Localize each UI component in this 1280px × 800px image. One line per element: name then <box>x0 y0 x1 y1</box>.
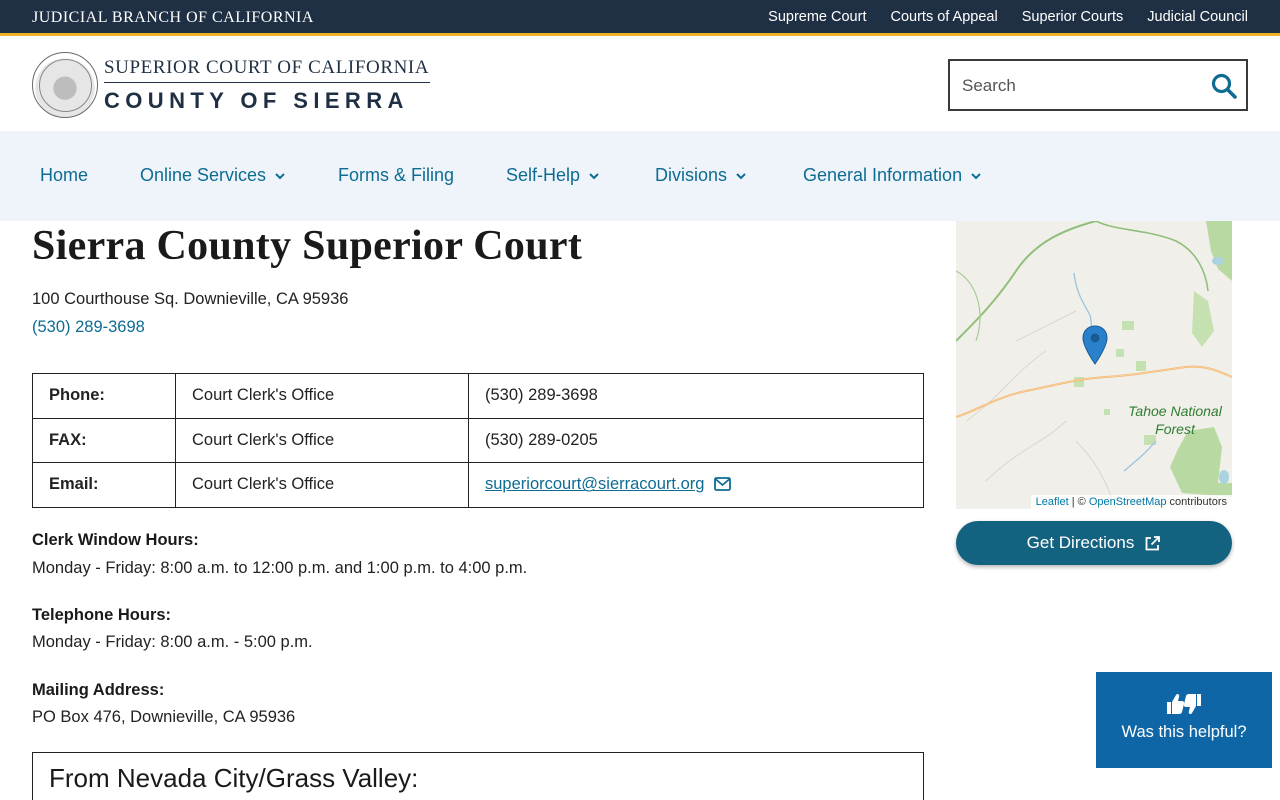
court-phone-link[interactable]: (530) 289-3698 <box>32 318 145 337</box>
attribution-contributors: contributors <box>1166 496 1227 508</box>
courts-of-appeal-link[interactable]: Courts of Appeal <box>890 9 997 25</box>
location-pin-icon[interactable] <box>1082 325 1108 365</box>
nav-home[interactable]: Home <box>40 165 88 186</box>
directions-section: From Nevada City/Grass Valley: <box>32 752 924 800</box>
leaflet-link[interactable]: Leaflet <box>1036 496 1069 508</box>
nav-label: Online Services <box>140 165 267 185</box>
location-map[interactable]: Tahoe National Forest Leaflet | © OpenSt… <box>956 221 1232 509</box>
openstreetmap-link[interactable]: OpenStreetMap <box>1089 496 1167 508</box>
search-icon[interactable] <box>1210 72 1238 100</box>
main-navigation: Home Online Services Forms & Filing Self… <box>0 131 1280 221</box>
chevron-down-icon <box>736 172 746 179</box>
nav-general-information[interactable]: General Information <box>803 165 982 186</box>
telephone-hours-text: Monday - Friday: 8:00 a.m. - 5:00 p.m. <box>32 633 313 651</box>
contact-label: Phone: <box>32 373 176 419</box>
contact-label: FAX: <box>32 417 176 464</box>
contact-label: Email: <box>32 462 176 508</box>
thumbs-up-down-icon <box>1167 693 1201 715</box>
supreme-court-link[interactable]: Supreme Court <box>768 9 866 25</box>
nav-self-help[interactable]: Self-Help <box>506 165 600 186</box>
judicial-council-link[interactable]: Judicial Council <box>1147 9 1248 25</box>
get-directions-button[interactable]: Get Directions <box>956 521 1232 565</box>
feedback-widget[interactable]: Was this helpful? <box>1096 672 1272 768</box>
clerk-hours-text: Monday - Friday: 8:00 a.m. to 12:00 p.m.… <box>32 559 528 577</box>
judicial-branch-title[interactable]: JUDICIAL BRANCH OF CALIFORNIA <box>32 9 314 27</box>
nav-label: Self-Help <box>506 165 581 185</box>
mailing-address-text: PO Box 476, Downieville, CA 95936 <box>32 708 296 726</box>
nav-divisions[interactable]: Divisions <box>655 165 747 186</box>
envelope-icon[interactable] <box>714 477 731 492</box>
email-link[interactable]: superiorcourt@sierracourt.org <box>485 475 704 493</box>
telephone-hours-label: Telephone Hours: <box>32 606 172 624</box>
mailing-address-label: Mailing Address: <box>32 681 165 699</box>
court-address: 100 Courthouse Sq. Downieville, CA 95936 <box>32 290 349 308</box>
external-link-icon <box>1145 535 1161 550</box>
table-row: FAX: Court Clerk's Office (530) 289-0205 <box>32 417 924 464</box>
chevron-down-icon <box>971 172 981 179</box>
feedback-label: Was this helpful? <box>1121 723 1247 741</box>
contact-table: Phone: Court Clerk's Office (530) 289-36… <box>32 373 924 508</box>
attribution-separator: | © <box>1068 496 1089 508</box>
map-tiles <box>956 221 1232 509</box>
chevron-down-icon <box>589 172 599 179</box>
site-header: SUPERIOR COURT OF CALIFORNIA COUNTY OF S… <box>0 39 1280 131</box>
judicial-branch-bar: JUDICIAL BRANCH OF CALIFORNIA Supreme Co… <box>0 0 1280 36</box>
contact-value: (530) 289-3698 <box>468 373 924 419</box>
map-place-label: Tahoe National Forest <box>1128 403 1222 437</box>
contact-office: Court Clerk's Office <box>175 462 469 508</box>
nav-label: General Information <box>803 165 963 185</box>
search-box <box>948 59 1248 111</box>
clerk-hours-label: Clerk Window Hours: <box>32 531 199 549</box>
superior-courts-link[interactable]: Superior Courts <box>1022 9 1124 25</box>
contact-office: Court Clerk's Office <box>175 373 469 419</box>
contact-email-cell: superiorcourt@sierracourt.org <box>468 462 924 508</box>
page-title: Sierra County Superior Court <box>32 223 583 269</box>
nav-online-services[interactable]: Online Services <box>140 165 286 186</box>
contact-office: Court Clerk's Office <box>175 417 469 464</box>
table-row: Email: Court Clerk's Office superiorcour… <box>32 462 924 508</box>
court-title[interactable]: SUPERIOR COURT OF CALIFORNIA <box>104 57 429 79</box>
get-directions-label: Get Directions <box>1026 533 1135 552</box>
nav-forms-filing[interactable]: Forms & Filing <box>338 165 454 186</box>
chevron-down-icon <box>275 172 285 179</box>
county-title[interactable]: COUNTY OF SIERRA <box>104 88 409 114</box>
nav-label: Forms & Filing <box>338 165 455 185</box>
table-row: Phone: Court Clerk's Office (530) 289-36… <box>32 373 924 419</box>
directions-heading: From Nevada City/Grass Valley: <box>49 763 419 793</box>
search-input[interactable] <box>962 73 1202 99</box>
court-seal-logo[interactable] <box>32 52 98 118</box>
judicial-links: Supreme Court Courts of Appeal Superior … <box>768 9 1248 25</box>
title-divider <box>104 82 430 83</box>
map-attribution: Leaflet | © OpenStreetMap contributors <box>1030 495 1232 509</box>
nav-label: Home <box>40 165 89 185</box>
nav-label: Divisions <box>655 165 728 185</box>
contact-value: (530) 289-0205 <box>468 417 924 464</box>
